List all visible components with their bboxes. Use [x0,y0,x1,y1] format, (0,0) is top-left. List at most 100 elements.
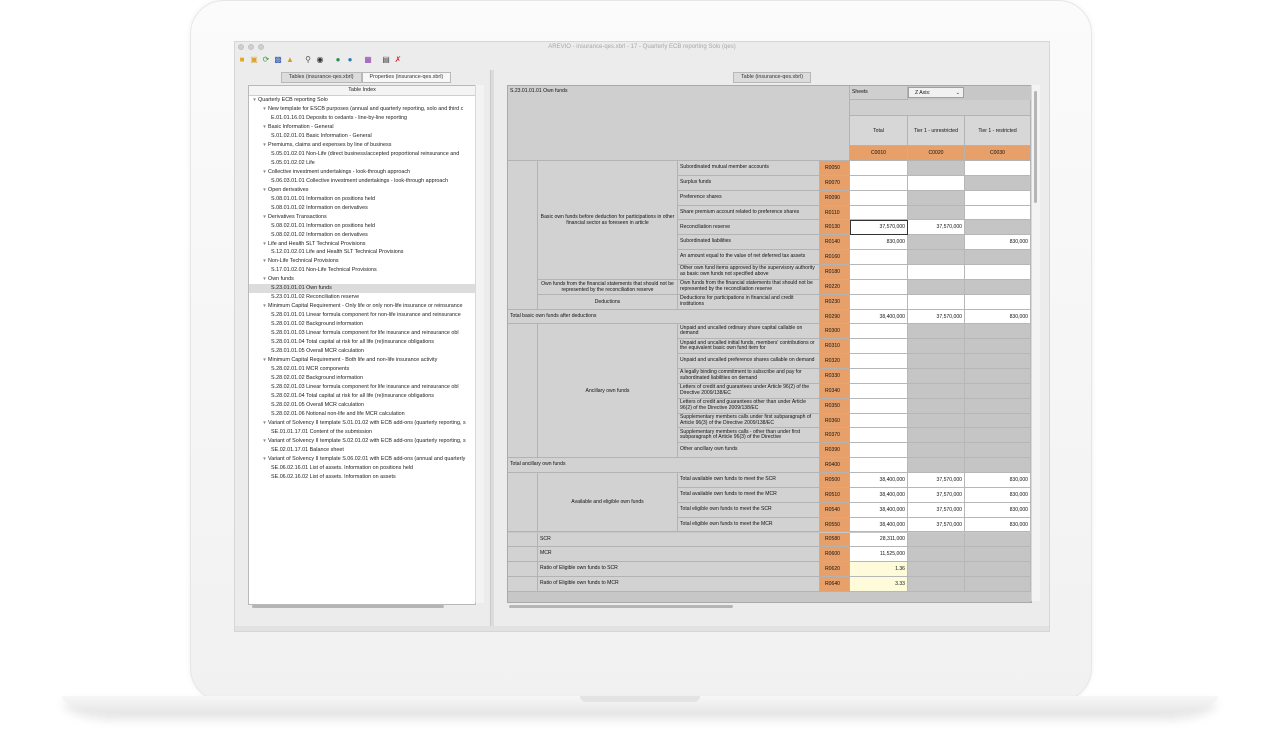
value-cell[interactable]: 830,000 [965,235,1031,251]
expand-toggle-icon[interactable]: ▼ [261,105,268,114]
value-cell[interactable] [850,324,908,340]
value-cell[interactable]: 11,525,000 [850,547,908,563]
paste-icon[interactable]: ▤ [381,55,391,65]
globe-add-icon[interactable]: ● [333,55,343,65]
tree-item-group[interactable]: ▼Minimum Capital Requirement - Both life… [249,356,475,365]
value-cell[interactable] [850,398,908,414]
expand-toggle-icon[interactable]: ▼ [261,213,268,222]
tab-properties[interactable]: Properties (insurance-qes.xbrl) [361,72,452,83]
value-cell[interactable]: 830,000 [965,517,1031,533]
tree-item-group[interactable]: ▼Minimum Capital Requirement - Only life… [249,302,475,311]
value-cell[interactable] [850,250,908,266]
tree-item-table[interactable]: S.08.02.01.02 Information on derivatives [249,231,475,240]
open-file-icon[interactable]: ▣ [249,55,259,65]
value-cell[interactable]: 37,570,000 [908,517,965,533]
expand-toggle-icon[interactable]: ▼ [261,419,268,428]
value-cell[interactable] [850,413,908,429]
tree-item-group[interactable]: ▼Basic Information - General [249,123,475,132]
tree-horizontal-scrollbar[interactable] [248,603,474,609]
value-cell[interactable]: 37,570,000 [908,487,965,503]
tree-item-table[interactable]: S.17.01.02.01 Non-Life Technical Provisi… [249,266,475,275]
value-cell[interactable] [850,161,908,176]
value-cell[interactable]: 38,400,000 [850,309,908,325]
expand-toggle-icon[interactable]: ▼ [261,123,268,132]
expand-toggle-icon[interactable]: ▼ [261,455,268,464]
expand-toggle-icon[interactable]: ▼ [251,96,258,105]
pane-splitter[interactable] [490,70,494,626]
tree-item-group[interactable]: ▼Quarterly ECB reporting Solo [249,96,475,105]
value-cell[interactable]: 38,400,000 [850,502,908,518]
tab-tables[interactable]: Tables (insurance-qes.xbrl) [280,72,362,83]
tree-vertical-scrollbar[interactable] [475,85,484,603]
tree-item-table[interactable]: SE.06.02.16.02 List of assets. Informati… [249,473,475,482]
expand-toggle-icon[interactable]: ▼ [261,437,268,446]
value-cell[interactable]: 830,000 [965,473,1031,488]
z-axis-select[interactable]: Z Axis: ⌄ [908,87,964,98]
export-icon[interactable]: ▲ [285,55,295,65]
tree-item-table[interactable]: S.28.02.01.02 Background information [249,374,475,383]
tree-item-table[interactable]: S.28.02.01.01 MCR components [249,365,475,374]
tree-item-group[interactable]: ▼Collective investment undertakings - lo… [249,168,475,177]
search-icon[interactable]: ⚲ [303,55,313,65]
tree-item-table[interactable]: S.08.01.01.02 Information on derivatives [249,204,475,213]
tree-item-table[interactable]: S.28.01.01.04 Total capital at risk for … [249,338,475,347]
tree-item-table[interactable]: S.28.01.01.03 Linear formula component f… [249,329,475,338]
value-cell[interactable]: 28,311,000 [850,532,908,548]
value-cell[interactable] [850,354,908,370]
tree-item-table[interactable]: S.28.01.01.01 Linear formula component f… [249,311,475,320]
expand-toggle-icon[interactable]: ▼ [261,141,268,150]
tree-item-group[interactable]: ▼Variant of Solvency II template S.02.01… [249,437,475,446]
value-cell[interactable]: 37,570,000 [908,502,965,518]
value-cell[interactable]: 37,570,000 [908,309,965,325]
value-cell[interactable]: 38,400,000 [850,487,908,503]
value-cell[interactable] [850,190,908,206]
value-cell[interactable] [965,190,1031,206]
value-cell[interactable] [965,294,1031,310]
table-index-tree[interactable]: Table Index ▼Quarterly ECB reporting Sol… [248,85,476,605]
expand-toggle-icon[interactable]: ▼ [261,240,268,249]
value-cell[interactable] [850,458,908,474]
value-cell[interactable] [850,265,908,280]
globe-remove-icon[interactable]: ● [345,55,355,65]
tree-item-group[interactable]: ▼Premiums, claims and expenses by line o… [249,141,475,150]
tree-item-table[interactable]: S.08.01.01.01 Information on positions h… [249,195,475,204]
value-cell[interactable] [908,265,965,280]
calculator-icon[interactable]: ▦ [363,55,373,65]
expand-toggle-icon[interactable]: ▼ [261,302,268,311]
table-vertical-scrollbar[interactable] [1031,85,1040,601]
value-cell[interactable]: 830,000 [965,487,1031,503]
tree-item-group[interactable]: ▼Own funds [249,275,475,284]
value-cell[interactable] [850,443,908,459]
tree-item-group[interactable]: ▼Derivatives Transactions [249,213,475,222]
expand-toggle-icon[interactable]: ▼ [261,186,268,195]
value-cell[interactable]: 38,400,000 [850,473,908,488]
maximize-window-button[interactable] [258,44,264,50]
tree-item-table[interactable]: SE.01.01.17.01 Content of the submission [249,428,475,437]
value-cell[interactable] [850,175,908,191]
tree-item-table[interactable]: S.12.01.02.01 Life and Health SLT Techni… [249,248,475,257]
tree-item-table[interactable]: S.28.02.01.05 Overall MCR calculation [249,401,475,410]
close-window-button[interactable] [238,44,244,50]
tree-item-table[interactable]: S.08.02.01.01 Information on positions h… [249,222,475,231]
tree-item-table[interactable]: SE.06.02.16.01 List of assets. Informati… [249,464,475,473]
tree-item-table[interactable]: S.23.01.01.02 Reconciliation reserve [249,293,475,302]
value-cell[interactable]: 37,570,000 [908,473,965,488]
tree-item-table[interactable]: S.28.02.01.04 Total capital at risk for … [249,392,475,401]
validation-icon[interactable]: ✗ [393,55,403,65]
tree-item-group[interactable]: ▼Variant of Solvency II template S.06.02… [249,455,475,464]
value-cell[interactable]: 1.36 [850,562,908,578]
expand-toggle-icon[interactable]: ▼ [261,356,268,365]
tree-item-table[interactable]: S.28.01.01.02 Background information [249,320,475,329]
open-folder-icon[interactable]: ■ [237,55,247,65]
table-hscroll-thumb[interactable] [509,605,733,608]
tree-item-table[interactable]: S.28.01.01.05 Overall MCR calculation [249,347,475,356]
value-cell[interactable] [965,161,1031,176]
value-cell[interactable] [850,294,908,310]
save-icon[interactable]: ▩ [273,55,283,65]
value-cell[interactable] [850,205,908,221]
tree-item-group[interactable]: ▼Variant of Solvency II template S.01.01… [249,419,475,428]
value-cell[interactable] [850,369,908,384]
tree-item-table[interactable]: S.06.03.01.01 Collective investment unde… [249,177,475,186]
expand-toggle-icon[interactable]: ▼ [261,257,268,266]
value-cell[interactable] [850,428,908,444]
